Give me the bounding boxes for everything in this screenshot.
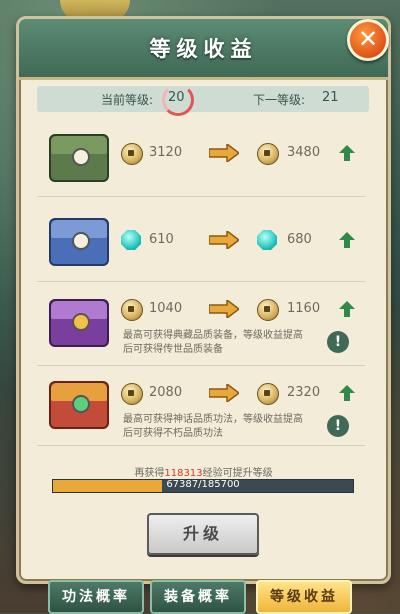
reward-row: 3120 3480: [37, 116, 365, 197]
arrow-up-icon: [339, 385, 355, 401]
next-reward-value: 680: [287, 232, 312, 247]
current-reward-value: 2080: [149, 385, 183, 400]
gem-icon: [121, 230, 141, 250]
exp-suffix: 经验可提升等级: [202, 468, 273, 479]
next-reward-value: 3480: [287, 145, 321, 160]
arrow-right-icon: [209, 231, 239, 249]
coin-icon: [121, 383, 143, 405]
arrow-up-icon: [339, 301, 355, 317]
close-button[interactable]: ✕: [347, 19, 389, 61]
arrow-right-icon: [209, 300, 239, 318]
tab-equipment-probability[interactable]: 装备概率: [150, 580, 246, 614]
current-reward-value: 610: [149, 232, 174, 247]
coin-icon: [257, 383, 279, 405]
next-level-value: 21: [322, 90, 339, 105]
bottom-tab-bar: 功法概率 装备概率 等级收益: [0, 578, 400, 614]
coin-icon: [121, 299, 143, 321]
arrow-up-icon: [339, 145, 355, 161]
upgrade-button[interactable]: 升级: [147, 513, 259, 555]
level-info-bar: 当前等级: 20 下一等级: 21: [37, 84, 369, 116]
coin-icon: [121, 143, 143, 165]
level-rewards-panel: 等级收益 当前等级: 20 下一等级: 21 3120 3480 610 680: [16, 16, 391, 584]
info-icon[interactable]: !: [327, 331, 349, 353]
exp-amount: 118313: [164, 468, 203, 479]
exp-progress-text: 67387/185700: [166, 479, 240, 490]
arrow-right-icon: [209, 144, 239, 162]
panel-title: 等级收益: [149, 37, 258, 61]
current-level-label: 当前等级:: [101, 93, 154, 107]
current-level-value: 20: [168, 90, 185, 105]
reward-description: 最高可获得典藏品质装备，等级收益提高后可获得传世品质装备: [123, 330, 303, 355]
tab-level-rewards[interactable]: 等级收益: [256, 580, 352, 614]
red-chest-icon: [49, 381, 109, 429]
gem-icon: [257, 230, 277, 250]
reward-description: 最高可获得神话品质功法，等级收益提高后可获得不朽品质功法: [123, 414, 303, 439]
next-reward-value: 2320: [287, 385, 321, 400]
reward-row: 2080 2320 最高可获得神话品质功法，等级收益提高后可获得不朽品质功法 !: [37, 365, 365, 446]
green-chest-icon: [49, 134, 109, 182]
coin-icon: [257, 143, 279, 165]
exp-progress-bar: 67387/185700: [52, 479, 354, 493]
reward-row: 610 680: [37, 196, 365, 282]
purple-chest-icon: [49, 299, 109, 347]
exp-prefix: 再获得: [134, 468, 165, 479]
current-reward-value: 1040: [149, 301, 183, 316]
next-reward-value: 1160: [287, 301, 321, 316]
next-level-label: 下一等级:: [253, 93, 306, 107]
blue-chest-icon: [49, 218, 109, 266]
panel-header: 等级收益: [19, 19, 388, 80]
info-icon[interactable]: !: [327, 415, 349, 437]
tab-skill-probability[interactable]: 功法概率: [48, 580, 144, 614]
arrow-up-icon: [339, 232, 355, 248]
exp-requirement-text: 再获得118313经验可提升等级: [19, 464, 388, 479]
arrow-right-icon: [209, 384, 239, 402]
current-reward-value: 3120: [149, 145, 183, 160]
coin-icon: [257, 299, 279, 321]
reward-row: 1040 1160 最高可获得典藏品质装备，等级收益提高后可获得传世品质装备 !: [37, 281, 365, 366]
